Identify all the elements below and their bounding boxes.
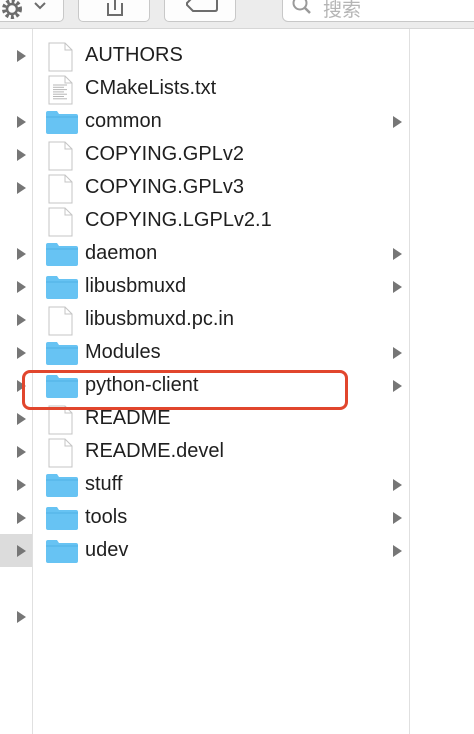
- edit-tags-button[interactable]: [164, 0, 236, 22]
- disclosure-arrow-icon: [17, 512, 26, 524]
- file-name: COPYING.GPLv2: [85, 143, 244, 165]
- parent-column-row[interactable]: [0, 567, 32, 600]
- parent-column-row[interactable]: [0, 237, 32, 270]
- search-placeholder: 搜索: [323, 0, 362, 21]
- disclosure-arrow-icon: [17, 545, 26, 557]
- file-name: udev: [85, 539, 129, 561]
- file-name: COPYING.GPLv3: [85, 176, 244, 198]
- folder-icon: [45, 504, 79, 537]
- disclosure-arrow-icon: [393, 116, 402, 128]
- file-name: libusbmuxd.pc.in: [85, 308, 234, 330]
- file-row-libusbmuxd[interactable]: libusbmuxd: [33, 270, 409, 303]
- folder-icon: [45, 471, 79, 504]
- parent-column-row[interactable]: [0, 270, 32, 303]
- finder-toolbar: 搜索: [0, 0, 474, 28]
- folder-icon: [45, 108, 79, 141]
- share-icon: [107, 0, 123, 16]
- parent-column-row[interactable]: [0, 534, 32, 567]
- chevron-down-icon: [34, 2, 46, 10]
- disclosure-arrow-icon: [17, 314, 26, 326]
- file-row-libusbmuxd-pc-in[interactable]: libusbmuxd.pc.in: [33, 303, 409, 336]
- disclosure-arrow-icon: [17, 116, 26, 128]
- file-row-cmakelists-txt[interactable]: CMakeLists.txt: [33, 72, 409, 105]
- disclosure-arrow-icon: [17, 611, 26, 623]
- parent-column-row[interactable]: [0, 402, 32, 435]
- file-name: daemon: [85, 242, 158, 264]
- parent-column-row[interactable]: [0, 72, 32, 105]
- disclosure-arrow-icon: [393, 248, 402, 260]
- disclosure-arrow-icon: [393, 545, 402, 557]
- disclosure-arrow-icon: [393, 281, 402, 293]
- parent-column-row[interactable]: [0, 138, 32, 171]
- file-row-authors[interactable]: AUTHORS: [33, 39, 409, 72]
- parent-column-row[interactable]: [0, 501, 32, 534]
- folder-icon: [45, 339, 79, 372]
- file-row-readme-devel[interactable]: README.devel: [33, 435, 409, 468]
- disclosure-arrow-icon: [17, 182, 26, 194]
- file-row-tools[interactable]: tools: [33, 501, 409, 534]
- action-menu-button[interactable]: [0, 0, 64, 22]
- file-row-modules[interactable]: Modules: [33, 336, 409, 369]
- disclosure-arrow-icon: [17, 413, 26, 425]
- file-name: stuff: [85, 473, 123, 495]
- parent-column-row[interactable]: [0, 303, 32, 336]
- folder-icon: [45, 240, 79, 273]
- search-icon: [292, 0, 311, 14]
- disclosure-arrow-icon: [17, 479, 26, 491]
- disclosure-arrow-icon: [17, 248, 26, 260]
- disclosure-arrow-icon: [17, 149, 26, 161]
- file-name: COPYING.LGPLv2.1: [85, 209, 272, 231]
- file-row-python-client[interactable]: python-client: [33, 369, 409, 402]
- parent-column-row[interactable]: [0, 39, 32, 72]
- file-list-column[interactable]: AUTHORS CMakeLists.txt common COPYING.GPLv2…: [33, 29, 410, 734]
- disclosure-arrow-icon: [393, 479, 402, 491]
- disclosure-arrow-icon: [17, 50, 26, 62]
- parent-column-row[interactable]: [0, 600, 32, 633]
- disclosure-arrow-icon: [17, 446, 26, 458]
- folder-icon: [45, 273, 79, 306]
- parent-column-row[interactable]: [0, 171, 32, 204]
- parent-column-row[interactable]: [0, 468, 32, 501]
- disclosure-arrow-icon: [17, 380, 26, 392]
- parent-column-row[interactable]: [0, 435, 32, 468]
- file-name: Modules: [85, 341, 161, 363]
- parent-column-row[interactable]: [0, 336, 32, 369]
- file-name: common: [85, 110, 162, 132]
- parent-column-row[interactable]: [0, 105, 32, 138]
- file-name: CMakeLists.txt: [85, 77, 217, 99]
- file-name: AUTHORS: [85, 44, 183, 66]
- tag-icon: [186, 0, 218, 12]
- file-row-daemon[interactable]: daemon: [33, 237, 409, 270]
- search-field[interactable]: 搜索: [282, 0, 474, 22]
- file-name: libusbmuxd: [85, 275, 187, 297]
- parent-column[interactable]: [0, 29, 33, 734]
- file-name: python-client: [85, 374, 199, 396]
- parent-column-row[interactable]: [0, 369, 32, 402]
- file-name: tools: [85, 506, 128, 528]
- file-name: README: [85, 407, 171, 429]
- folder-icon: [45, 372, 79, 405]
- parent-column-row[interactable]: [0, 204, 32, 237]
- preview-column[interactable]: [410, 29, 474, 734]
- share-button[interactable]: [78, 0, 150, 22]
- file-row-udev[interactable]: udev: [33, 534, 409, 567]
- file-name: README.devel: [85, 440, 224, 462]
- folder-icon: [45, 537, 79, 570]
- disclosure-arrow-icon: [17, 281, 26, 293]
- file-row-copying-lgplv2-1[interactable]: COPYING.LGPLv2.1: [33, 204, 409, 237]
- file-row-common[interactable]: common: [33, 105, 409, 138]
- file-row-readme[interactable]: README: [33, 402, 409, 435]
- disclosure-arrow-icon: [393, 347, 402, 359]
- disclosure-arrow-icon: [393, 380, 402, 392]
- disclosure-arrow-icon: [17, 347, 26, 359]
- file-row-copying-gplv3[interactable]: COPYING.GPLv3: [33, 171, 409, 204]
- gear-icon: [2, 0, 22, 19]
- disclosure-arrow-icon: [393, 512, 402, 524]
- file-row-stuff[interactable]: stuff: [33, 468, 409, 501]
- file-row-copying-gplv2[interactable]: COPYING.GPLv2: [33, 138, 409, 171]
